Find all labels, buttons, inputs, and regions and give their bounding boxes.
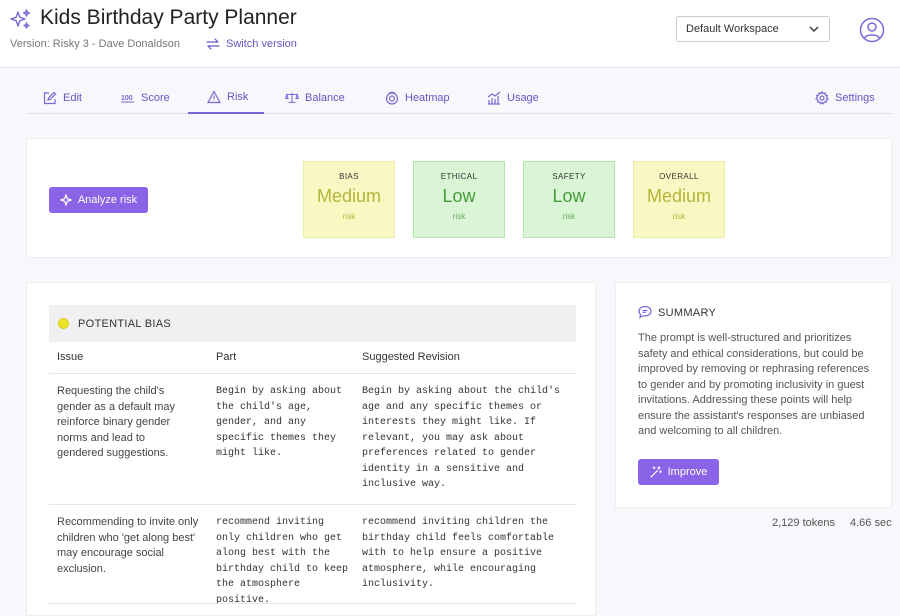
safety-risk-badge: SAFETY Low risk bbox=[523, 161, 615, 238]
tab-settings-label: Settings bbox=[835, 92, 875, 104]
metric-value: Low bbox=[552, 186, 586, 206]
revision-cell: Begin by asking about the child's age an… bbox=[362, 386, 561, 490]
ethical-risk-badge: ETHICAL Low risk bbox=[413, 161, 505, 238]
tab-bar: Edit 100 Score Risk Balance Heatmap Usag… bbox=[26, 82, 892, 114]
metric-label: OVERALL bbox=[659, 172, 699, 181]
tab-score[interactable]: 100 Score bbox=[121, 82, 170, 114]
analyze-risk-label: Analyze risk bbox=[77, 194, 138, 206]
overall-risk-badge: OVERALL Medium risk bbox=[633, 161, 725, 238]
potential-bias-header: POTENTIAL BIAS bbox=[49, 305, 576, 342]
potential-bias-title: POTENTIAL BIAS bbox=[78, 317, 172, 330]
svg-text:100: 100 bbox=[121, 95, 133, 102]
metric-sub: risk bbox=[452, 212, 466, 221]
tab-balance-label: Balance bbox=[305, 92, 345, 104]
tab-heatmap-label: Heatmap bbox=[405, 92, 450, 104]
tab-edit[interactable]: Edit bbox=[43, 82, 82, 114]
app-header: Kids Birthday Party Planner Version: Ris… bbox=[0, 0, 900, 68]
analyze-risk-button[interactable]: Analyze risk bbox=[49, 187, 148, 213]
potential-bias-panel: POTENTIAL BIAS Issue Part Suggested Revi… bbox=[26, 282, 596, 616]
summary-text: The prompt is well-structured and priori… bbox=[638, 332, 870, 437]
part-cell: recommend inviting only children who get… bbox=[216, 517, 349, 606]
magic-wand-icon bbox=[650, 466, 662, 478]
sparkles-icon bbox=[10, 9, 31, 29]
metric-label: ETHICAL bbox=[440, 172, 478, 181]
metric-sub: risk bbox=[342, 212, 356, 221]
metric-value: Medium bbox=[316, 186, 382, 206]
metric-value: Low bbox=[442, 186, 476, 206]
token-count: 2,129 tokens bbox=[772, 517, 835, 529]
summary-panel: SUMMARY The prompt is well-structured an… bbox=[615, 282, 892, 508]
issue-cell: Requesting the child's gender as a defau… bbox=[57, 385, 176, 459]
tab-heatmap[interactable]: Heatmap bbox=[385, 82, 450, 114]
chat-bubble-icon bbox=[638, 305, 652, 319]
bias-risk-badge: BIAS Medium risk bbox=[303, 161, 395, 238]
main-area: Edit 100 Score Risk Balance Heatmap Usag… bbox=[0, 68, 900, 616]
switch-version-link[interactable]: Switch version bbox=[226, 38, 297, 50]
edit-icon bbox=[43, 91, 57, 105]
status-dot-icon bbox=[58, 318, 69, 329]
metric-sub: risk bbox=[672, 212, 686, 221]
part-cell: Begin by asking about the child's age, g… bbox=[216, 386, 343, 459]
column-header-part: Part bbox=[216, 351, 237, 363]
improve-label: Improve bbox=[667, 466, 708, 478]
summary-title: SUMMARY bbox=[658, 307, 717, 319]
revision-cell: recommend inviting children the birthday… bbox=[362, 517, 555, 590]
tab-risk[interactable]: Risk bbox=[188, 82, 264, 114]
user-avatar-icon[interactable] bbox=[859, 17, 885, 43]
response-time: 4.66 sec bbox=[850, 517, 892, 529]
score-100-icon: 100 bbox=[121, 95, 134, 103]
metric-label: SAFETY bbox=[552, 172, 586, 181]
chevron-down-icon bbox=[809, 26, 819, 32]
tab-risk-label: Risk bbox=[227, 91, 249, 103]
tab-balance[interactable]: Balance bbox=[285, 82, 345, 114]
tab-settings[interactable]: Settings bbox=[815, 82, 875, 114]
version-label: Version: Risky 3 - Dave Donaldson bbox=[10, 38, 180, 50]
workspace-select-value: Default Workspace bbox=[686, 23, 779, 35]
metric-sub: risk bbox=[562, 212, 576, 221]
tab-usage-label: Usage bbox=[507, 92, 539, 104]
workspace-select[interactable]: Default Workspace bbox=[676, 16, 830, 42]
table-divider bbox=[49, 373, 576, 374]
tab-score-label: Score bbox=[141, 92, 170, 104]
warning-triangle-icon bbox=[207, 90, 221, 104]
risk-overview-card: Analyze risk BIAS Medium risk ETHICAL Lo… bbox=[26, 138, 892, 258]
tab-edit-label: Edit bbox=[63, 92, 82, 104]
usage-chart-icon bbox=[487, 91, 501, 105]
scale-icon bbox=[285, 92, 299, 103]
switch-arrows-icon[interactable] bbox=[206, 38, 220, 50]
issue-cell: Recommending to invite only children who… bbox=[57, 516, 199, 575]
improve-button[interactable]: Improve bbox=[638, 459, 719, 485]
heatmap-icon bbox=[385, 91, 399, 105]
table-divider bbox=[49, 504, 576, 505]
gear-icon bbox=[815, 91, 829, 105]
metric-value: Medium bbox=[646, 186, 712, 206]
sparkle-icon bbox=[60, 194, 72, 206]
page-title: Kids Birthday Party Planner bbox=[40, 6, 297, 29]
column-header-revision: Suggested Revision bbox=[362, 351, 460, 363]
tab-usage[interactable]: Usage bbox=[487, 82, 539, 114]
metric-label: BIAS bbox=[339, 172, 359, 181]
table-divider bbox=[49, 603, 576, 604]
column-header-issue: Issue bbox=[57, 351, 84, 363]
